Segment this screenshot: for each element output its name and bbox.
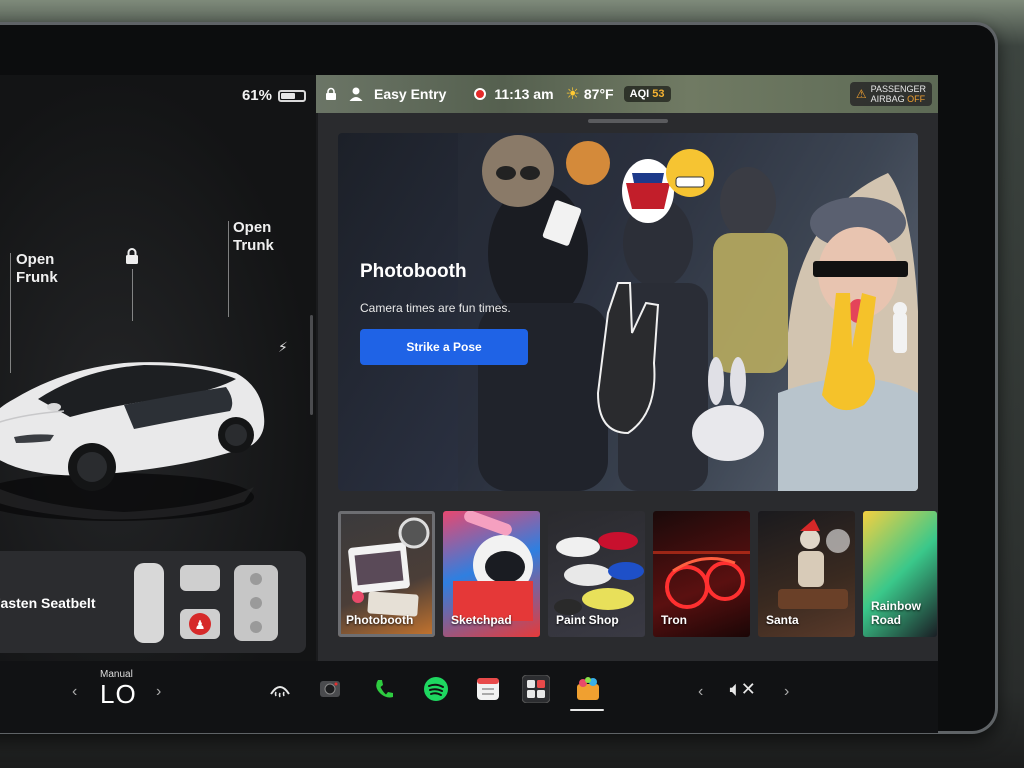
cabin-temp-setting[interactable]: LO (100, 679, 137, 710)
aqi-badge[interactable]: AQI 53 (623, 86, 671, 102)
photobooth-hero: Photobooth Camera times are fun times. S… (338, 133, 918, 491)
aqi-value: 53 (652, 88, 665, 100)
panel-drag-handle[interactable] (588, 119, 668, 123)
profile-icon[interactable] (348, 86, 364, 102)
airbag-line2: AIRBAG (870, 94, 905, 104)
tile-paintshop[interactable]: Paint Shop (548, 511, 645, 637)
volume-down-chevron-icon[interactable]: ‹ (698, 683, 703, 701)
profile-name[interactable]: Easy Entry (374, 86, 446, 102)
toybox-tiles: Photobooth Sketchpad Paint Shop Tron San… (338, 511, 937, 639)
open-trunk-button[interactable]: Open Trunk (233, 219, 274, 255)
hero-title: Photobooth (360, 261, 467, 282)
volume-up-chevron-icon[interactable]: › (784, 683, 789, 701)
status-bar: Easy Entry 11:13 am ☀ 87°F AQI 53 ⚠ PASS… (316, 75, 938, 113)
calendar-icon[interactable] (474, 675, 502, 703)
tile-label: Photobooth (346, 613, 414, 627)
display-bezel: 61% Open Frunk Open Trunk ⚡ Fasten Seatb… (0, 22, 998, 734)
tile-rainbow-road[interactable]: Rainbow Road (863, 511, 937, 637)
tile-sketchpad[interactable]: Sketchpad (443, 511, 540, 637)
car-panel-scrollbar[interactable] (310, 315, 313, 415)
lock-icon[interactable] (324, 87, 338, 101)
car-model-image[interactable] (0, 307, 274, 527)
open-frunk-button[interactable]: Open Frunk (16, 251, 58, 287)
spotify-icon[interactable] (422, 675, 450, 703)
sun-icon: ☀ (565, 86, 580, 103)
lock-icon[interactable] (124, 247, 140, 265)
tile-label: Santa (766, 613, 799, 627)
tile-tron[interactable]: Tron (653, 511, 750, 637)
airbag-line1: PASSENGER (870, 84, 926, 94)
bolt-icon[interactable]: ⚡ (278, 339, 288, 356)
apps-icon[interactable] (522, 675, 550, 703)
tile-label: Tron (661, 613, 687, 627)
tile-photobooth[interactable]: Photobooth (338, 511, 435, 637)
airbag-icon: ⚠ (855, 87, 867, 101)
active-app-indicator (570, 709, 604, 711)
frunk-label-line1: Open (16, 251, 55, 268)
trunk-label-line2: Trunk (233, 237, 274, 254)
seat-map-icon: ♟ (134, 563, 278, 643)
tile-label: Sketchpad (451, 613, 512, 627)
toybox-icon[interactable] (574, 675, 602, 703)
dashcam-record-icon[interactable] (474, 88, 487, 100)
frunk-label-line2: Frunk (16, 269, 58, 286)
seatbelt-alert-card[interactable]: Fasten Seatbelt ♟ (0, 551, 306, 653)
airbag-off-label: OFF (907, 94, 926, 104)
trunk-label-line1: Open (233, 219, 272, 236)
climate-decrease-chevron-icon[interactable]: ‹ (72, 683, 77, 701)
battery-indicator[interactable]: 61% (242, 87, 306, 104)
phone-icon[interactable] (370, 675, 398, 703)
svg-text:♟: ♟ (195, 618, 206, 632)
bottom-dock: ‹ Manual LO › ‹ 🔈︎✕ › (0, 661, 938, 733)
touchscreen: 61% Open Frunk Open Trunk ⚡ Fasten Seatb… (0, 75, 938, 733)
volume-muted-icon[interactable]: 🔈︎✕ (730, 679, 756, 700)
climate-increase-chevron-icon[interactable]: › (156, 683, 161, 701)
photobooth-artwork (458, 133, 918, 491)
battery-percent: 61% (241, 87, 272, 104)
tile-santa[interactable]: Santa (758, 511, 855, 637)
strike-a-pose-button[interactable]: Strike a Pose (360, 329, 528, 365)
aqi-label: AQI (629, 88, 650, 100)
tile-label: Paint Shop (556, 613, 619, 627)
tile-label: Rainbow Road (871, 599, 921, 627)
defrost-icon[interactable] (266, 675, 294, 703)
outside-temperature: 87°F (583, 86, 614, 102)
battery-icon (278, 89, 306, 102)
toybox-panel: Photobooth Camera times are fun times. S… (318, 113, 938, 661)
clock: 11:13 am (494, 86, 554, 102)
seatbelt-alert-text: Fasten Seatbelt (0, 595, 96, 611)
camera-icon[interactable] (316, 675, 344, 703)
trunk-leader-line (228, 221, 229, 317)
hero-subtitle: Camera times are fun times. (360, 301, 511, 315)
passenger-airbag-status: ⚠ PASSENGER AIRBAG OFF (849, 82, 932, 106)
